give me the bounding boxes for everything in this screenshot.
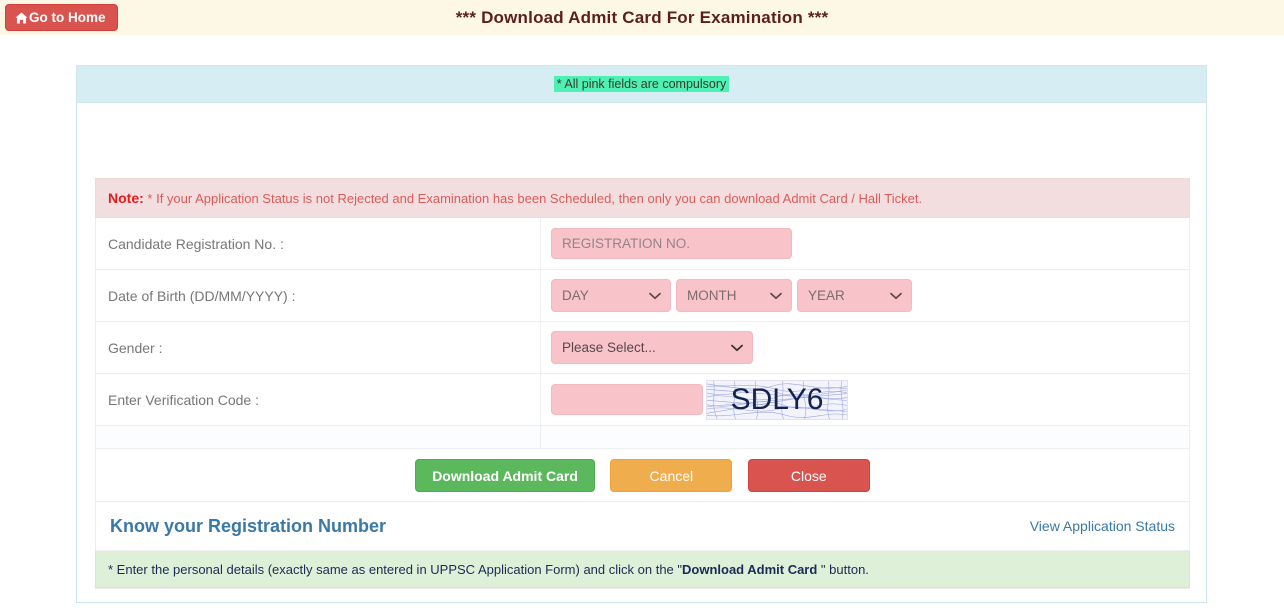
footer-note-text-after: " button.	[817, 561, 869, 577]
registration-field-cell	[540, 217, 1190, 270]
download-admit-card-button[interactable]: Download Admit Card	[415, 458, 595, 492]
know-your-registration-number-link[interactable]: Know your Registration Number	[110, 516, 386, 537]
panel-header: * All pink fields are compulsory	[77, 66, 1206, 103]
verification-code-input[interactable]	[551, 384, 703, 415]
panel-footer-divider	[95, 588, 1190, 589]
main-panel: * All pink fields are compulsory Note: *…	[76, 65, 1207, 603]
table-row-gender: Gender : Please Select...	[95, 321, 1190, 374]
cancel-button[interactable]: Cancel	[610, 458, 733, 492]
captcha-image: SDLY6	[706, 379, 848, 420]
gender-field-cell: Please Select...	[540, 321, 1190, 374]
gender-label: Gender :	[95, 321, 541, 374]
links-cell: Know your Registration Number View Appli…	[95, 501, 1190, 551]
table-row-footer-note: * Enter the personal details (exactly sa…	[95, 550, 1190, 588]
table-row-registration: Candidate Registration No. :	[95, 217, 1190, 270]
dob-year-select[interactable]: YEAR	[797, 279, 912, 312]
home-icon	[15, 12, 28, 24]
dob-label: Date of Birth (DD/MM/YYYY) :	[95, 269, 541, 322]
top-header-bar: Go to Home *** Download Admit Card For E…	[0, 0, 1284, 35]
table-row-dob: Date of Birth (DD/MM/YYYY) : DAY MONTH Y…	[95, 269, 1190, 322]
registration-label: Candidate Registration No. :	[95, 217, 541, 270]
verification-field-cell: SDLY6	[540, 373, 1190, 426]
table-row-buttons: Download Admit Card Cancel Close	[95, 448, 1190, 502]
dob-month-wrap: MONTH	[676, 279, 792, 312]
spacer-cell-left	[95, 425, 541, 449]
dob-day-wrap: DAY	[551, 279, 671, 312]
note-text: * If your Application Status is not Reje…	[147, 191, 923, 206]
footer-note-text-before: * Enter the personal details (exactly sa…	[108, 561, 683, 577]
buttons-cell: Download Admit Card Cancel Close	[95, 448, 1190, 502]
go-to-home-label: Go to Home	[29, 10, 106, 25]
footer-note-cell: * Enter the personal details (exactly sa…	[95, 550, 1190, 588]
view-application-status-link[interactable]: View Application Status	[1030, 518, 1175, 534]
note-prefix: Note:	[108, 190, 144, 206]
table-row-links: Know your Registration Number View Appli…	[95, 501, 1190, 551]
dob-year-wrap: YEAR	[797, 279, 912, 312]
spacer-cell-right	[540, 425, 1190, 449]
gender-select[interactable]: Please Select...	[551, 331, 753, 364]
note-cell: Note: * If your Application Status is no…	[95, 178, 1190, 218]
close-button[interactable]: Close	[747, 458, 870, 492]
admit-card-form-table: Note: * If your Application Status is no…	[95, 178, 1190, 588]
page-title: *** Download Admit Card For Examination …	[455, 7, 829, 27]
table-row-note: Note: * If your Application Status is no…	[95, 178, 1190, 218]
compulsory-fields-note: * All pink fields are compulsory	[553, 76, 730, 92]
table-row-verification: Enter Verification Code : SDLY6	[95, 373, 1190, 426]
table-row-spacer	[95, 425, 1190, 449]
dob-month-select[interactable]: MONTH	[676, 279, 792, 312]
captcha-text: SDLY6	[730, 382, 824, 416]
go-to-home-button[interactable]: Go to Home	[5, 4, 118, 31]
registration-input[interactable]	[551, 228, 792, 259]
dob-field-cell: DAY MONTH YEAR	[540, 269, 1190, 322]
dob-day-select[interactable]: DAY	[551, 279, 671, 312]
verification-label: Enter Verification Code :	[95, 373, 541, 426]
footer-note-bold: Download Admit Card	[682, 561, 818, 577]
gender-select-wrap: Please Select...	[551, 331, 753, 364]
panel-body: Note: * If your Application Status is no…	[77, 103, 1206, 603]
